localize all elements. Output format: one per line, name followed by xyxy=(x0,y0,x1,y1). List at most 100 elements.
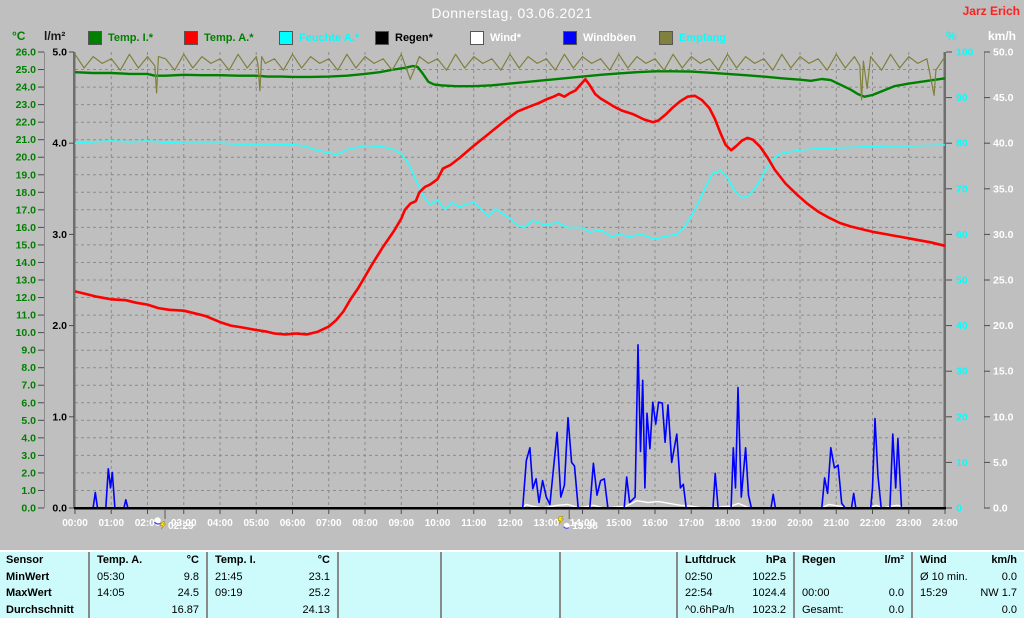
svg-text:40: 40 xyxy=(956,320,968,332)
stats-column-regen: Regen l/m² 00:00 0.0 Gesamt: 0.0 xyxy=(793,552,911,618)
stats-column-luftdruck: Luftdruck hPa 02:50 1022.5 22:54 1024.4 ^0.6hP… xyxy=(676,552,793,618)
stats-cell-luftdruck-header: Luftdruck hPa xyxy=(678,552,793,569)
stats-cell-temp-i-min: 21:45 23.1 xyxy=(208,569,337,586)
svg-text:50: 50 xyxy=(956,275,968,287)
svg-text:18:00: 18:00 xyxy=(715,518,741,529)
svg-text:08:00: 08:00 xyxy=(352,518,378,529)
stats-cell-empty-3-max xyxy=(561,585,676,602)
stats-cell-empty-3-min xyxy=(561,569,676,586)
svg-text:90: 90 xyxy=(956,92,968,104)
svg-text:60: 60 xyxy=(956,229,968,241)
stats-cell-empty-2-header xyxy=(442,552,559,569)
svg-text:16.0: 16.0 xyxy=(16,222,37,234)
cell-value: 1024.4 xyxy=(752,587,786,600)
svg-text:10:00: 10:00 xyxy=(425,518,451,529)
cell-time-label: Ø 10 min. xyxy=(920,570,968,583)
series-temp-a xyxy=(74,77,946,336)
cell-time-label: Gesamt: xyxy=(802,603,844,616)
svg-text:4.0: 4.0 xyxy=(21,432,36,444)
svg-text:3.0: 3.0 xyxy=(52,229,67,241)
cell-time-label: ^0.6hPa/h xyxy=(685,603,735,616)
svg-text:00:00: 00:00 xyxy=(62,518,88,529)
stats-cell-empty-1-header xyxy=(339,552,440,569)
cell-value: 1022.5 xyxy=(752,570,786,583)
stats-cell-empty-1-min xyxy=(339,569,440,586)
cell-value: 16.87 xyxy=(171,603,199,616)
cell-value: 0.0 xyxy=(1001,603,1017,616)
cell-time-label: 22:54 xyxy=(685,587,713,600)
bolt-sun-marker-icon xyxy=(557,515,570,529)
stats-cell-luftdruck-avg: ^0.6hPa/h 1023.2 xyxy=(678,602,793,618)
y-axis-humidity: 0 10 20 30 40 50 60 70 80 90 100 xyxy=(946,47,974,515)
svg-text:2.0: 2.0 xyxy=(52,320,67,332)
stats-row-label-maxwert: MaxWert xyxy=(6,587,52,600)
svg-text:18.0: 18.0 xyxy=(16,187,37,199)
svg-text:0.0: 0.0 xyxy=(21,503,36,515)
stats-cell-empty-2-max xyxy=(442,585,559,602)
cell-value: 1023.2 xyxy=(752,603,786,616)
cell-time-label: Wind xyxy=(920,554,947,567)
time-marker-13-38: 13:38 xyxy=(557,509,598,532)
stats-cell-regen-min xyxy=(795,569,911,586)
svg-text:22.0: 22.0 xyxy=(16,117,37,129)
stats-cell-wind-avg: 0.0 xyxy=(913,602,1024,618)
cell-value: 0.0 xyxy=(888,587,904,600)
svg-text:09:00: 09:00 xyxy=(388,518,414,529)
stats-cell-temp-a-min: 05:30 9.8 xyxy=(90,569,206,586)
weather-chart: 0.0 1.0 2.0 3.0 4.0 5.0 6.0 7.0 8.0 9.0 10.0 11.0 12… xyxy=(16,47,1014,533)
svg-text:0.0: 0.0 xyxy=(52,503,67,515)
svg-text:25.0: 25.0 xyxy=(16,64,37,76)
svg-text:50.0: 50.0 xyxy=(993,47,1014,59)
cell-value: °C xyxy=(317,554,330,567)
stats-column-wind: Wind km/h Ø 10 min. 0.0 15:29 NW 1.7 0.0 xyxy=(911,552,1024,618)
svg-text:15.0: 15.0 xyxy=(993,366,1014,378)
stats-cell-regen-max: 00:00 0.0 xyxy=(795,585,911,602)
svg-text:05:00: 05:00 xyxy=(243,518,269,529)
svg-text:23:00: 23:00 xyxy=(896,518,922,529)
svg-text:22:00: 22:00 xyxy=(860,518,886,529)
svg-text:21.0: 21.0 xyxy=(16,134,37,146)
svg-text:15.0: 15.0 xyxy=(16,239,37,251)
svg-text:70: 70 xyxy=(956,183,968,195)
stats-cell-wind-max: 15:29 NW 1.7 xyxy=(913,585,1024,602)
cell-value: NW 1.7 xyxy=(980,587,1017,600)
svg-text:19.0: 19.0 xyxy=(16,169,37,181)
stats-column-empty-3 xyxy=(559,552,676,618)
svg-text:6.0: 6.0 xyxy=(21,397,36,409)
svg-text:9.0: 9.0 xyxy=(21,345,36,357)
cell-time-label: 21:45 xyxy=(215,570,243,583)
stats-cell-temp-i-header: Temp. I. °C xyxy=(208,552,337,569)
stats-cell-regen-avg: Gesamt: 0.0 xyxy=(795,602,911,618)
svg-text:25.0: 25.0 xyxy=(993,275,1014,287)
time-marker-label: 13:38 xyxy=(572,521,598,532)
stats-cell-empty-1-max xyxy=(339,585,440,602)
svg-text:1.0: 1.0 xyxy=(52,411,67,423)
stats-column-empty-1 xyxy=(337,552,440,618)
svg-text:19:00: 19:00 xyxy=(751,518,777,529)
svg-text:16:00: 16:00 xyxy=(642,518,668,529)
cell-time-label: 15:29 xyxy=(920,587,948,600)
svg-text:12.0: 12.0 xyxy=(16,292,37,304)
stats-cell-temp-i-max: 09:19 25.2 xyxy=(208,585,337,602)
cell-time-label: Luftdruck xyxy=(685,554,736,567)
stats-cell-wind-min: Ø 10 min. 0.0 xyxy=(913,569,1024,586)
stats-cell-empty-3-avg xyxy=(561,602,676,618)
svg-text:10: 10 xyxy=(956,457,968,469)
svg-text:13:00: 13:00 xyxy=(533,518,559,529)
stats-cell-luftdruck-max: 22:54 1024.4 xyxy=(678,585,793,602)
svg-text:100: 100 xyxy=(956,47,974,59)
svg-text:06:00: 06:00 xyxy=(280,518,306,529)
svg-text:24:00: 24:00 xyxy=(932,518,958,529)
stats-cell-empty-1-avg xyxy=(339,602,440,618)
cell-time-label: Regen xyxy=(802,554,836,567)
svg-text:20:00: 20:00 xyxy=(787,518,813,529)
cell-time-label: 02:50 xyxy=(685,570,713,583)
cell-time-label: 09:19 xyxy=(215,587,243,600)
svg-text:30.0: 30.0 xyxy=(993,229,1014,241)
cell-value: °C xyxy=(186,554,199,567)
svg-text:20: 20 xyxy=(956,411,968,423)
cell-time-label: 05:30 xyxy=(97,570,125,583)
stats-table: Sensor MinWert MaxWert Durchschnitt Temp. A.… xyxy=(0,550,1024,618)
stats-cell-empty-2-avg xyxy=(442,602,559,618)
svg-text:13.0: 13.0 xyxy=(16,275,37,287)
